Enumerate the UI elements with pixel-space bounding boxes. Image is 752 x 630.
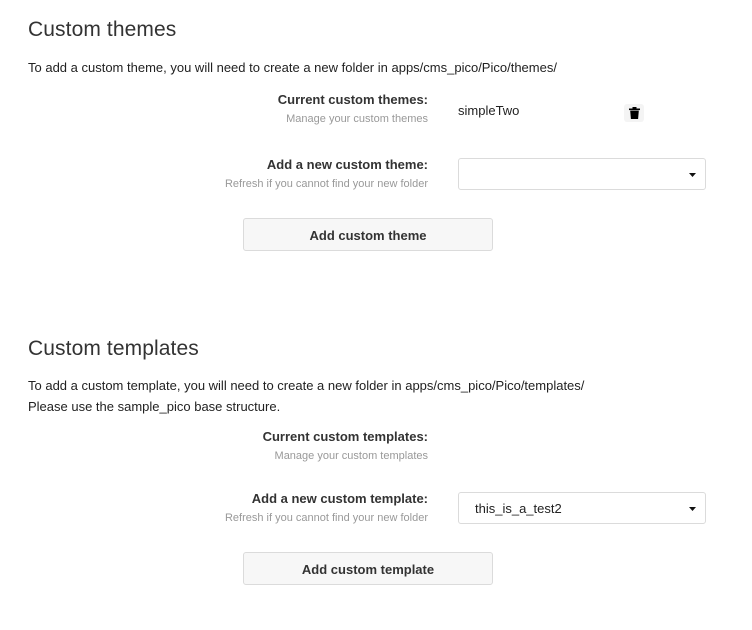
current-themes-label-group: Current custom themes: Manage your custo… bbox=[128, 91, 428, 127]
current-themes-label: Current custom themes: bbox=[277, 92, 428, 107]
add-theme-label: Add a new custom theme: bbox=[266, 157, 428, 172]
chevron-down-icon bbox=[689, 507, 696, 511]
current-themes-hint: Manage your custom themes bbox=[286, 113, 428, 125]
theme-folder-select[interactable] bbox=[458, 158, 706, 190]
add-theme-hint: Refresh if you cannot find your new fold… bbox=[224, 178, 428, 190]
current-templates-label: Current custom templates: bbox=[262, 429, 428, 444]
templates-section-title: Custom templates bbox=[28, 337, 199, 360]
add-template-label-group: Add a new custom template: Refresh if yo… bbox=[128, 490, 428, 526]
add-theme-label-group: Add a new custom theme: Refresh if you c… bbox=[128, 156, 428, 192]
add-custom-template-button[interactable]: Add custom template bbox=[243, 552, 493, 585]
current-templates-label-group: Current custom templates: Manage your cu… bbox=[128, 428, 428, 464]
templates-description-line1: To add a custom template, you will need … bbox=[28, 378, 585, 393]
add-custom-theme-button[interactable]: Add custom theme bbox=[243, 218, 493, 251]
trash-icon bbox=[628, 107, 640, 119]
delete-theme-button[interactable] bbox=[624, 104, 644, 122]
themes-section-title: Custom themes bbox=[28, 18, 177, 41]
add-template-label: Add a new custom template: bbox=[251, 491, 428, 506]
templates-description-line2: Please use the sample_pico base structur… bbox=[28, 399, 281, 414]
template-select-value: this_is_a_test2 bbox=[475, 501, 562, 516]
chevron-down-icon bbox=[689, 173, 696, 177]
theme-item-name: simpleTwo bbox=[458, 103, 520, 118]
themes-description: To add a custom theme, you will need to … bbox=[28, 60, 557, 75]
add-template-hint: Refresh if you cannot find your new fold… bbox=[224, 512, 428, 524]
template-folder-select[interactable]: this_is_a_test2 bbox=[458, 492, 706, 524]
current-templates-hint: Manage your custom templates bbox=[274, 450, 428, 462]
